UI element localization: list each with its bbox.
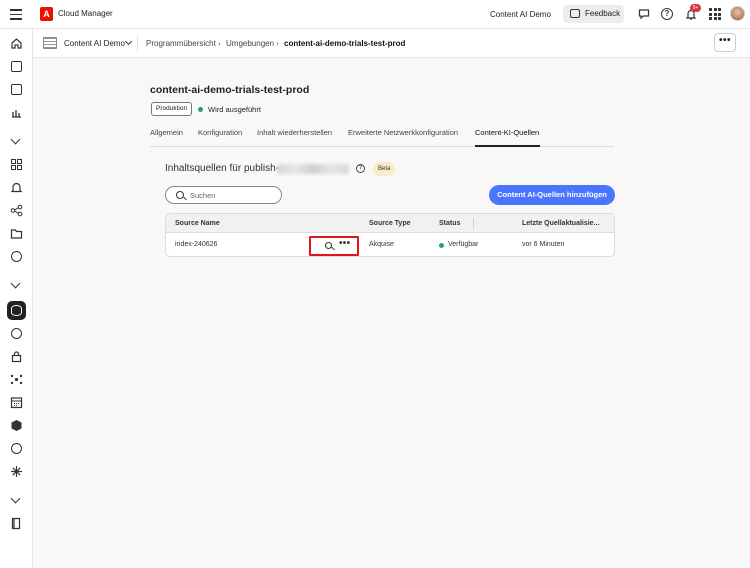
app-title[interactable]: Cloud Manager <box>58 9 113 18</box>
breadcrumb-separator: › <box>276 39 279 48</box>
monitoring-icon[interactable] <box>10 250 23 263</box>
environment-type-tag: Produktion <box>151 102 193 116</box>
programs-icon[interactable] <box>10 60 23 73</box>
feedback-icon <box>570 9 580 18</box>
avatar[interactable] <box>730 6 745 21</box>
breadcrumb-program-overview[interactable]: Programmübersicht <box>146 39 216 48</box>
search-icon[interactable] <box>325 242 332 249</box>
info-icon[interactable]: ? <box>356 164 365 173</box>
table-header: Source Name Source Type Status Letzte Qu… <box>166 214 614 233</box>
menu-icon[interactable] <box>10 9 22 20</box>
program-thumbnail <box>43 37 57 49</box>
breadcrumb-separator: › <box>218 39 221 48</box>
search-input[interactable] <box>190 189 275 202</box>
network-icon[interactable] <box>10 373 23 386</box>
chevron-down-icon[interactable] <box>10 134 21 145</box>
page-title: content-ai-demo-trials-test-prod <box>150 84 310 96</box>
tab-general[interactable]: Allgemein <box>150 128 183 137</box>
notification-badge: 9+ <box>690 4 701 12</box>
beta-badge: Beta <box>373 162 396 176</box>
feedback-label: Feedback <box>585 9 621 18</box>
chat-icon[interactable] <box>638 8 650 20</box>
tab-content-ai-sources[interactable]: Content-KI-Quellen <box>475 128 539 137</box>
last-update-cell: vor 6 Minuten <box>522 241 565 248</box>
column-header-source-type[interactable]: Source Type <box>369 220 411 227</box>
settings-icon[interactable] <box>10 327 23 340</box>
pipelines-icon[interactable] <box>10 106 23 119</box>
divider <box>137 36 138 51</box>
chevron-down-icon[interactable] <box>10 278 21 289</box>
breadcrumb-bar: Content AI Demo Programmübersicht › Umge… <box>33 29 750 58</box>
adobe-logo[interactable]: A <box>40 7 53 21</box>
chevron-down-icon[interactable] <box>10 493 21 504</box>
help-icon[interactable]: ? <box>661 8 673 20</box>
environments-icon[interactable] <box>10 83 23 96</box>
home-icon[interactable] <box>10 37 23 50</box>
docs-icon[interactable] <box>10 517 23 530</box>
add-content-ai-sources-button[interactable]: Content AI-Quellen hinzufügen <box>489 185 615 205</box>
tab-configuration[interactable]: Konfiguration <box>198 128 242 137</box>
status-indicator <box>198 107 203 112</box>
column-divider <box>473 218 474 229</box>
column-header-status[interactable]: Status <box>439 220 460 227</box>
redacted-environment-id <box>277 164 349 174</box>
tab-advanced-network[interactable]: Erweiterte Netzwerkkonfiguration <box>348 128 458 137</box>
sidebar <box>0 29 33 568</box>
tab-restore-content[interactable]: Inhalt wiederherstellen <box>257 128 332 137</box>
files-icon[interactable] <box>10 227 23 240</box>
calendar-icon[interactable] <box>10 396 23 409</box>
chevron-down-icon[interactable] <box>124 37 133 46</box>
history-icon[interactable] <box>10 442 23 455</box>
status-cell: Verfügbar <box>448 241 479 248</box>
search-field[interactable] <box>165 186 282 204</box>
tab-bar: Allgemein Konfiguration Inhalt wiederher… <box>150 128 614 147</box>
program-switcher[interactable]: Content AI Demo <box>64 39 125 48</box>
overview-icon[interactable] <box>10 158 23 171</box>
more-actions-button[interactable]: ••• <box>714 33 736 52</box>
status-indicator <box>439 243 444 248</box>
section-title: Inhaltsquellen für publish- <box>165 163 279 174</box>
integrations-icon[interactable] <box>10 204 23 217</box>
table-row[interactable]: index-240626 ••• Akquise Verfügbar vor 6… <box>166 233 614 256</box>
alerts-icon[interactable] <box>10 181 23 194</box>
database-icon[interactable] <box>7 301 26 320</box>
row-actions-highlight: ••• <box>309 236 359 256</box>
column-header-source-name[interactable]: Source Name <box>175 220 220 227</box>
more-options-button[interactable]: ••• <box>339 238 350 249</box>
source-type-cell: Akquise <box>369 241 394 248</box>
apps-grid-icon[interactable] <box>709 8 721 20</box>
search-icon <box>176 191 184 199</box>
environment-status: Wird ausgeführt <box>208 105 261 114</box>
org-switcher[interactable]: Content AI Demo <box>490 10 551 19</box>
lock-icon[interactable] <box>10 350 23 363</box>
top-bar: A Cloud Manager Content AI Demo Feedback… <box>0 0 750 29</box>
breadcrumb-current: content-ai-demo-trials-test-prod <box>284 39 406 48</box>
source-name-cell: index-240626 <box>175 241 218 248</box>
selected-tab-indicator <box>475 145 540 147</box>
column-header-last-update[interactable]: Letzte Quellaktualisie... <box>522 220 599 227</box>
feedback-button[interactable]: Feedback <box>563 5 624 23</box>
sparkle-icon[interactable] <box>10 465 23 478</box>
sources-table: Source Name Source Type Status Letzte Qu… <box>165 213 615 257</box>
package-icon[interactable] <box>10 419 23 432</box>
breadcrumb-environments[interactable]: Umgebungen <box>226 39 274 48</box>
